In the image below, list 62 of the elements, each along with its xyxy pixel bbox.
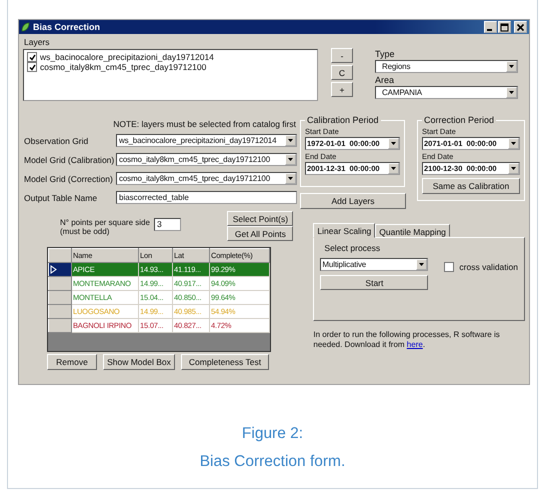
group-title: Correction Period <box>423 115 496 125</box>
layer-button[interactable]: C <box>331 65 353 80</box>
caret-icon[interactable] <box>285 135 296 146</box>
layer-button[interactable]: + <box>331 82 353 97</box>
action-button[interactable]: Remove <box>47 354 97 370</box>
caret-icon[interactable] <box>416 259 428 270</box>
field-label: Model Grid (Correction) <box>23 174 114 184</box>
row-header <box>48 248 72 262</box>
points-button[interactable]: Get All Points <box>227 226 294 241</box>
type-label: Type <box>375 49 396 59</box>
note-text: NOTE: layers must be selected from catalog first <box>112 119 297 129</box>
grid-dropdown[interactable]: cosmo_italy8km_cm45_tprec_day19712100 <box>116 153 297 166</box>
tab[interactable]: Quantile Mapping <box>375 224 450 237</box>
layers-label: Layers <box>24 37 51 47</box>
cross-validation-label: cross validation <box>459 262 518 272</box>
grid-dropdown[interactable]: cosmo_italy8km_cm45_tprec_day19712100 <box>116 172 297 185</box>
action-button[interactable]: Completeness Test <box>181 354 269 370</box>
minimize-icon[interactable] <box>484 21 497 33</box>
figure-caption: Bias Correction form. <box>198 452 346 472</box>
close-icon[interactable] <box>514 21 527 33</box>
area-label: Area <box>375 75 396 85</box>
process-label: Select process <box>324 243 382 253</box>
layer-item[interactable]: ws_bacinocalore_precipitazioni_day19712014 <box>40 52 214 62</box>
caret-icon[interactable] <box>506 61 517 72</box>
here-link[interactable]: here <box>406 340 423 349</box>
caret-icon[interactable] <box>388 138 399 149</box>
same-as-calibration-button[interactable]: Same as Calibration <box>422 178 520 194</box>
layer-button[interactable]: - <box>331 48 353 63</box>
caret-icon[interactable] <box>285 173 296 184</box>
start-button[interactable]: Start <box>320 275 428 290</box>
field-label: Observation Grid <box>23 136 90 146</box>
row-pointer-icon <box>50 265 57 274</box>
points-button[interactable]: Select Point(s) <box>227 211 294 226</box>
tab[interactable]: Linear Scaling <box>313 223 376 238</box>
group-title: Calibration Period <box>306 115 380 125</box>
checkbox[interactable] <box>27 52 37 62</box>
info-text: In order to run the following processes, R software is needed. Download it from here. <box>313 330 501 350</box>
checkbox[interactable] <box>27 62 37 72</box>
grid-dropdown[interactable]: ws_bacinocalore_precipitazioni_day19712014 <box>116 134 297 147</box>
caret-icon[interactable] <box>508 163 519 174</box>
caret-icon[interactable] <box>508 138 519 149</box>
caret-icon[interactable] <box>388 163 399 174</box>
layer-item[interactable]: cosmo_italy8km_cm45_tprec_day19712100 <box>40 62 206 72</box>
action-button[interactable]: Show Model Box <box>103 354 175 370</box>
row-header[interactable] <box>48 262 72 276</box>
caret-icon[interactable] <box>285 154 296 165</box>
area-dropdown[interactable]: CAMPANIA <box>375 86 518 99</box>
checkbox[interactable] <box>444 262 454 272</box>
window-title: Bias Correction <box>33 22 100 32</box>
figure-label: Figure 2: <box>240 424 304 444</box>
add-layers-button[interactable]: Add Layers <box>300 193 406 209</box>
leaf-icon <box>21 22 30 32</box>
caret-icon[interactable] <box>506 87 517 98</box>
field-label: Model Grid (Calibration) <box>23 154 116 164</box>
points-hint: (must be odd) <box>60 227 110 236</box>
process-dropdown[interactable]: Multiplicative <box>320 258 428 271</box>
maximize-icon[interactable] <box>498 21 511 33</box>
output-table-field[interactable]: biascorrected_table <box>116 191 297 204</box>
points-label: N° points per square side <box>60 218 151 227</box>
points-field[interactable]: 3 <box>154 218 181 231</box>
type-dropdown[interactable]: Regions <box>375 60 518 73</box>
field-label: Output Table Name <box>23 192 98 202</box>
